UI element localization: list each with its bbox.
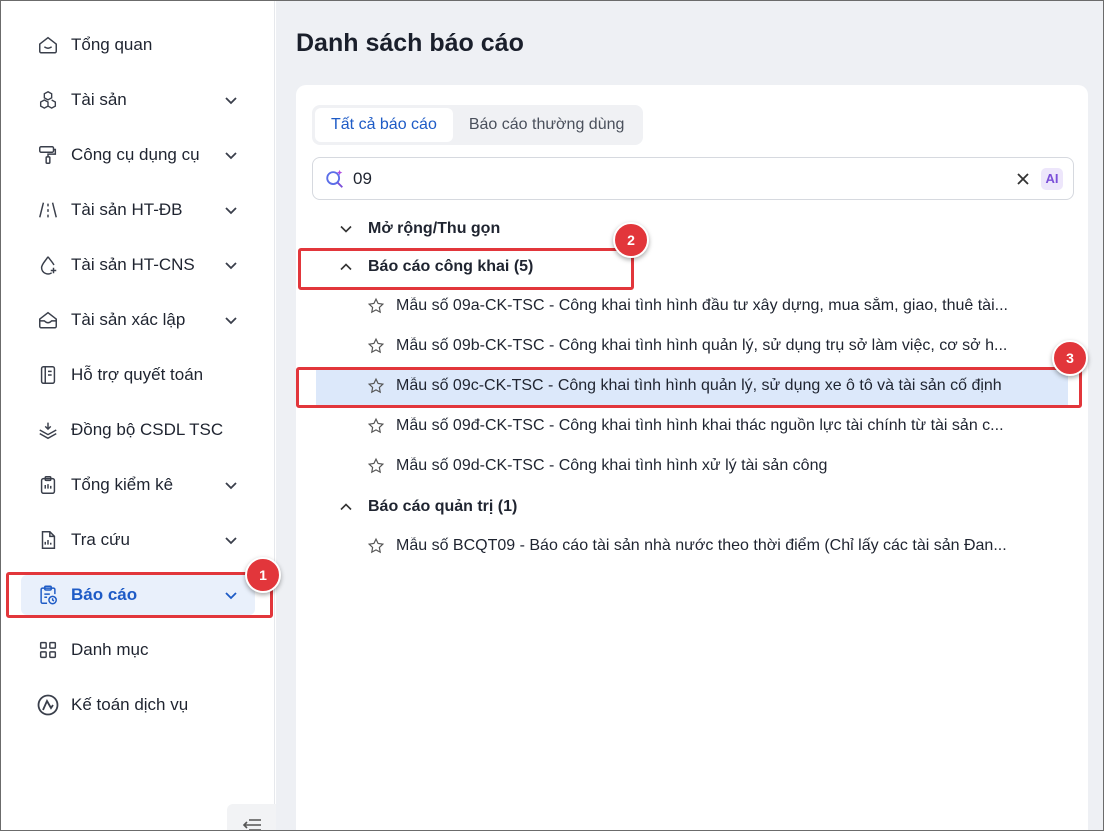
sidebar-item-label: Tra cứu (71, 530, 130, 549)
ledger-icon (35, 362, 61, 388)
sidebar-item-cong-cu-dung-cu[interactable]: Công cụ dụng cụ (21, 135, 255, 175)
report-item-09a[interactable]: Mẫu số 09a-CK-TSC - Công khai tình hình … (316, 287, 1068, 325)
search-value[interactable]: 09 (353, 169, 1013, 189)
sidebar-item-tai-san[interactable]: Tài sản (21, 80, 255, 120)
sidebar-item-label: Công cụ dụng cụ (71, 145, 200, 164)
ai-search-icon (323, 167, 347, 191)
sidebar-item-danh-muc[interactable]: Danh mục (21, 630, 255, 670)
sidebar-item-bao-cao[interactable]: Báo cáo (21, 575, 255, 615)
search-input[interactable]: 09 AI (312, 157, 1074, 200)
chevron-down-icon (221, 255, 241, 275)
report-tabs: Tất cả báo cáo Báo cáo thường dùng (312, 105, 644, 145)
report-item-09c[interactable]: Mẫu số 09c-CK-TSC - Công khai tình hình … (316, 367, 1068, 405)
accounting-logo-icon (35, 692, 61, 718)
sidebar-item-ke-toan-dich-vu[interactable]: Kế toán dịch vụ (21, 685, 255, 725)
sidebar-item-dong-bo-csdl-tsc[interactable]: Đồng bộ CSDL TSC (21, 410, 255, 450)
report-item-label: Mẫu số 09đ-CK-TSC - Công khai tình hình … (396, 417, 1004, 434)
tab-all-reports[interactable]: Tất cả báo cáo (315, 108, 453, 142)
sidebar-item-label: Tài sản HT-ĐB (71, 200, 183, 219)
step-badge-1: 1 (245, 557, 281, 593)
chevron-down-icon (221, 530, 241, 550)
star-icon[interactable] (366, 376, 386, 396)
star-icon[interactable] (366, 336, 386, 356)
road-icon (35, 197, 61, 223)
sidebar-item-label: Tổng kiểm kê (71, 475, 174, 494)
water-drop-icon (35, 252, 61, 278)
expand-collapse-toggle[interactable]: Mở rộng/Thu gọn (338, 210, 500, 248)
report-item-label: Mẫu số 09a-CK-TSC - Công khai tình hình … (396, 297, 1008, 314)
sidebar-item-tai-san-xac-lap[interactable]: Tài sản xác lập (21, 300, 255, 340)
star-icon[interactable] (366, 296, 386, 316)
report-item-09d[interactable]: Mẫu số 09d-CK-TSC - Công khai tình hình … (316, 447, 1068, 485)
report-item-09dd[interactable]: Mẫu số 09đ-CK-TSC - Công khai tình hình … (316, 407, 1068, 445)
sidebar-item-label: Báo cáo (71, 585, 138, 604)
report-item-label: Mẫu số 09b-CK-TSC - Công khai tình hình … (396, 337, 1008, 354)
report-item-label: Mẫu số 09c-CK-TSC - Công khai tình hình … (396, 377, 1002, 394)
sidebar-item-label: Tài sản (71, 90, 127, 109)
tab-frequent-reports[interactable]: Báo cáo thường dùng (453, 108, 641, 142)
sidebar-item-tong-kiem-ke[interactable]: Tổng kiểm kê (21, 465, 255, 505)
chevron-down-icon (221, 475, 241, 495)
report-item-label: Mẫu số 09d-CK-TSC - Công khai tình hình … (396, 457, 828, 474)
chevron-down-icon (221, 145, 241, 165)
sidebar-item-label: Tài sản HT-CNS (71, 255, 195, 274)
clipboard-clock-icon (35, 582, 61, 608)
sidebar-item-label: Kế toán dịch vụ (71, 695, 189, 714)
sidebar: Tổng quan Tài sản Công cụ dụng cụ Tài sả… (1, 1, 277, 831)
home-icon (35, 32, 61, 58)
step-badge-2: 2 (613, 222, 649, 258)
collapse-sidebar-button[interactable] (227, 804, 277, 831)
grid-icon (35, 637, 61, 663)
report-item-09b[interactable]: Mẫu số 09b-CK-TSC - Công khai tình hình … (316, 327, 1068, 365)
collapse-left-icon (241, 818, 263, 831)
step-badge-3: 3 (1052, 340, 1088, 376)
chevron-down-icon (221, 200, 241, 220)
clear-icon[interactable] (1013, 169, 1033, 189)
star-icon[interactable] (366, 536, 386, 556)
group-bao-cao-quan-tri[interactable]: Báo cáo quản trị (1) (338, 488, 517, 526)
sidebar-item-label: Đồng bộ CSDL TSC (71, 420, 224, 439)
group-label: Báo cáo quản trị (1) (368, 498, 518, 515)
group-label: Báo cáo công khai (5) (368, 258, 534, 275)
paint-roller-icon (35, 142, 61, 168)
document-chart-icon (35, 527, 61, 553)
report-list-card: Tất cả báo cáo Báo cáo thường dùng 09 AI… (296, 85, 1088, 831)
chevron-down-icon (221, 310, 241, 330)
sidebar-item-label: Tổng quan (71, 35, 153, 54)
chevron-down-icon (221, 585, 241, 605)
ai-button[interactable]: AI (1041, 167, 1063, 190)
sidebar-item-label: Hỗ trợ quyết toán (71, 365, 204, 384)
sidebar-item-tra-cuu[interactable]: Tra cứu (21, 520, 255, 560)
expand-collapse-label: Mở rộng/Thu gọn (368, 220, 501, 237)
chevron-up-icon (338, 499, 354, 515)
star-icon[interactable] (366, 416, 386, 436)
sidebar-item-label: Danh mục (71, 640, 149, 659)
cubes-icon (35, 87, 61, 113)
report-item-label: Mẫu số BCQT09 - Báo cáo tài sản nhà nước… (396, 537, 1007, 554)
sidebar-item-tong-quan[interactable]: Tổng quan (21, 25, 255, 65)
chevron-down-icon (221, 90, 241, 110)
sidebar-item-tai-san-ht-db[interactable]: Tài sản HT-ĐB (21, 190, 255, 230)
report-item-bcqt09[interactable]: Mẫu số BCQT09 - Báo cáo tài sản nhà nước… (316, 527, 1068, 565)
clipboard-check-icon (35, 472, 61, 498)
sidebar-item-ho-tro-quyet-toan[interactable]: Hỗ trợ quyết toán (21, 355, 255, 395)
star-icon[interactable] (366, 456, 386, 476)
layers-sync-icon (35, 417, 61, 443)
chevron-up-icon (338, 259, 354, 275)
page-title: Danh sách báo cáo (296, 29, 524, 57)
main-content: Danh sách báo cáo Tất cả báo cáo Báo cáo… (276, 1, 1103, 831)
sidebar-item-label: Tài sản xác lập (71, 310, 186, 329)
sidebar-item-tai-san-ht-cns[interactable]: Tài sản HT-CNS (21, 245, 255, 285)
chevron-down-icon (338, 221, 354, 237)
group-bao-cao-cong-khai[interactable]: Báo cáo công khai (5) (338, 248, 533, 286)
inbox-icon (35, 307, 61, 333)
